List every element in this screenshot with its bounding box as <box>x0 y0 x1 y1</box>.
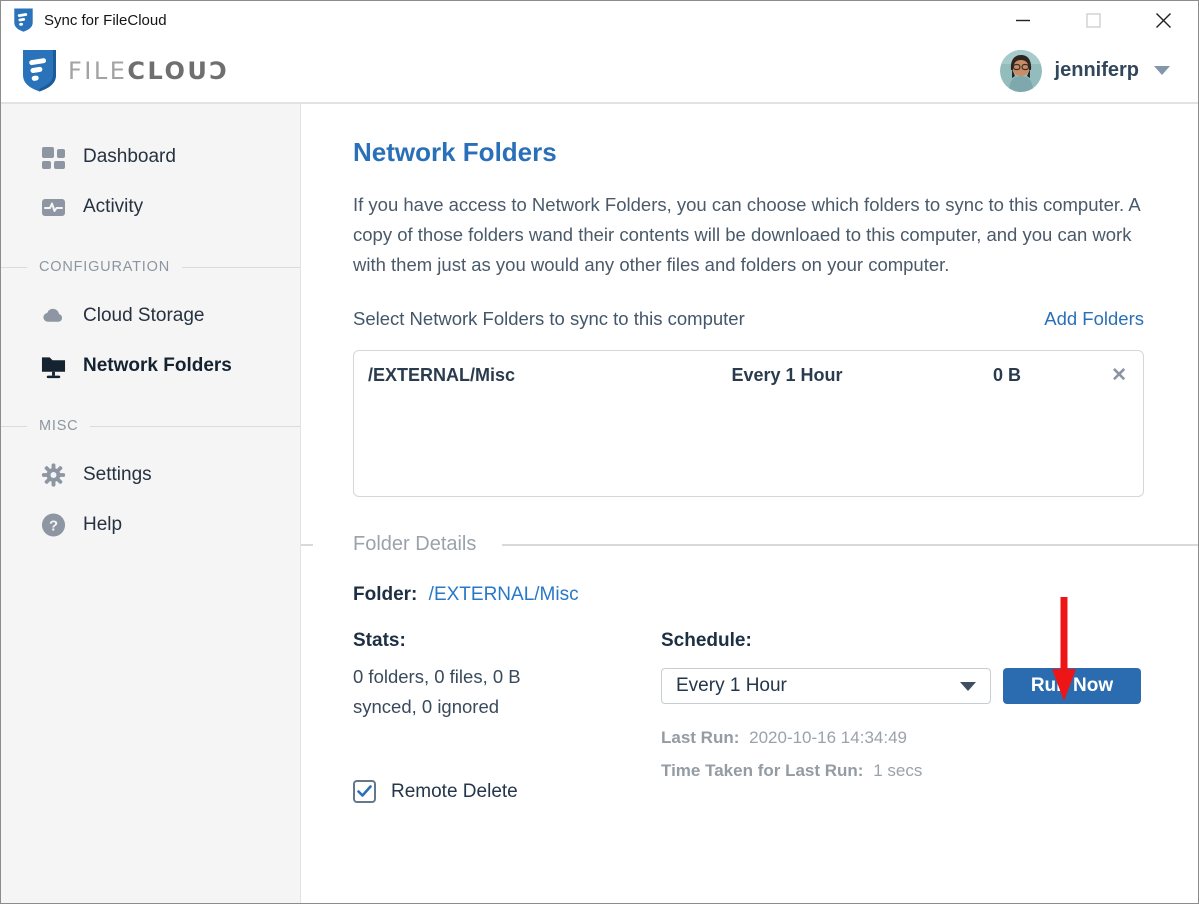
remote-delete-checkbox[interactable] <box>353 780 376 803</box>
page-title: Network Folders <box>353 136 1144 168</box>
svg-text:?: ? <box>49 518 58 534</box>
sidebar-item-label: Dashboard <box>83 146 176 168</box>
section-label: MISC <box>39 418 78 434</box>
schedule-row: Every 1 Hour Run Now <box>661 668 1141 704</box>
filecloud-shield-icon <box>21 49 58 92</box>
remote-delete-row[interactable]: Remote Delete <box>353 780 643 803</box>
username: jenniferp <box>1055 59 1139 82</box>
stats-line2: synced, 0 ignored <box>353 692 643 722</box>
divider-tail <box>502 544 1198 546</box>
sidebar-item-network-folders[interactable]: Network Folders <box>1 341 300 391</box>
time-taken-line: Time Taken for Last Run: 1 secs <box>661 761 1141 781</box>
schedule-label: Schedule: <box>661 630 1141 652</box>
folder-label: Folder: <box>353 584 417 605</box>
network-folder-icon <box>41 354 66 379</box>
stats-label: Stats: <box>353 630 643 652</box>
sidebar-item-help[interactable]: ? Help <box>1 500 300 550</box>
folder-schedule-cell: Every 1 Hour <box>647 365 927 386</box>
wordmark-file: FILE <box>68 57 127 85</box>
filecloud-wordmark: FILECLOUƆ <box>68 57 230 85</box>
page-description: If you have access to Network Folders, y… <box>353 190 1144 280</box>
sidebar-item-activity[interactable]: Activity <box>1 182 300 232</box>
app-icon <box>13 8 34 32</box>
filecloud-logo: FILECLOUƆ <box>21 49 230 92</box>
window-controls <box>988 1 1198 39</box>
details-columns: Stats: 0 folders, 0 files, 0 B synced, 0… <box>353 630 1144 803</box>
divider-stub <box>301 544 313 546</box>
time-taken-value: 1 secs <box>873 761 922 780</box>
schedule-column: Schedule: Every 1 Hour Run Now Last Run:… <box>661 630 1141 803</box>
folder-line: Folder: /EXTERNAL/Misc <box>353 584 1144 606</box>
avatar <box>1000 50 1042 92</box>
folder-path-link[interactable]: /EXTERNAL/Misc <box>429 584 579 605</box>
close-icon <box>1155 12 1172 29</box>
sidebar-item-label: Help <box>83 514 122 536</box>
sidebar-item-settings[interactable]: Settings <box>1 450 300 500</box>
user-caret-down-icon <box>1154 66 1170 75</box>
folder-list: /EXTERNAL/Misc Every 1 Hour 0 B ✕ <box>353 350 1144 497</box>
schedule-dropdown-value: Every 1 Hour <box>676 675 787 697</box>
stats-column: Stats: 0 folders, 0 files, 0 B synced, 0… <box>353 630 643 803</box>
remote-delete-label: Remote Delete <box>391 781 518 803</box>
cloud-icon <box>41 304 66 329</box>
wordmark-cloud: CLOU <box>127 57 209 85</box>
maximize-icon <box>1086 13 1101 28</box>
time-taken-label: Time Taken for Last Run: <box>661 761 863 780</box>
select-folders-label: Select Network Folders to sync to this c… <box>353 308 745 330</box>
folder-list-row[interactable]: /EXTERNAL/Misc Every 1 Hour 0 B ✕ <box>354 351 1143 387</box>
maximize-button[interactable] <box>1058 1 1128 39</box>
user-menu[interactable]: jenniferp <box>1000 50 1170 92</box>
minimize-button[interactable] <box>988 1 1058 39</box>
header: FILECLOUƆ jenniferp <box>1 39 1198 104</box>
minimize-icon <box>1015 12 1031 28</box>
folder-size-cell: 0 B <box>927 365 1087 386</box>
window-title: Sync for FileCloud <box>44 12 167 29</box>
body: Dashboard Activity CONFIGURATION <box>1 104 1198 903</box>
last-run-line: Last Run: 2020-10-16 14:34:49 <box>661 728 1141 748</box>
sidebar-item-label: Activity <box>83 196 143 218</box>
sidebar-item-dashboard[interactable]: Dashboard <box>1 132 300 182</box>
select-folders-row: Select Network Folders to sync to this c… <box>353 308 1144 330</box>
dropdown-caret-icon <box>960 682 976 691</box>
app-window: Sync for FileCloud <box>0 0 1199 904</box>
sidebar-section-misc: MISC <box>1 416 300 436</box>
sidebar: Dashboard Activity CONFIGURATION <box>1 104 301 903</box>
dashboard-icon <box>41 145 66 170</box>
folder-details-legend: Folder Details <box>353 533 476 556</box>
wordmark-d: Ɔ <box>209 57 229 85</box>
last-run-value: 2020-10-16 14:34:49 <box>749 728 907 747</box>
stats-text: 0 folders, 0 files, 0 B synced, 0 ignore… <box>353 662 643 722</box>
add-folders-link[interactable]: Add Folders <box>1044 308 1144 330</box>
remove-folder-icon[interactable]: ✕ <box>1087 364 1127 387</box>
stats-line1: 0 folders, 0 files, 0 B <box>353 662 643 692</box>
gear-icon <box>41 463 66 488</box>
help-icon: ? <box>41 513 66 538</box>
last-run-label: Last Run: <box>661 728 739 747</box>
main-content: Network Folders If you have access to Ne… <box>301 104 1198 903</box>
checkmark-icon <box>357 785 372 798</box>
sidebar-item-cloud-storage[interactable]: Cloud Storage <box>1 291 300 341</box>
run-now-button[interactable]: Run Now <box>1003 668 1141 704</box>
folder-path-cell: /EXTERNAL/Misc <box>368 365 647 386</box>
sidebar-item-label: Cloud Storage <box>83 305 204 327</box>
sidebar-item-label: Settings <box>83 464 152 486</box>
titlebar: Sync for FileCloud <box>1 1 1198 39</box>
sidebar-section-configuration: CONFIGURATION <box>1 257 300 277</box>
schedule-dropdown[interactable]: Every 1 Hour <box>661 668 991 704</box>
close-button[interactable] <box>1128 1 1198 39</box>
folder-details-divider: Folder Details <box>301 533 1198 556</box>
activity-icon <box>41 195 66 220</box>
section-label: CONFIGURATION <box>39 259 170 275</box>
sidebar-item-label: Network Folders <box>83 355 232 377</box>
